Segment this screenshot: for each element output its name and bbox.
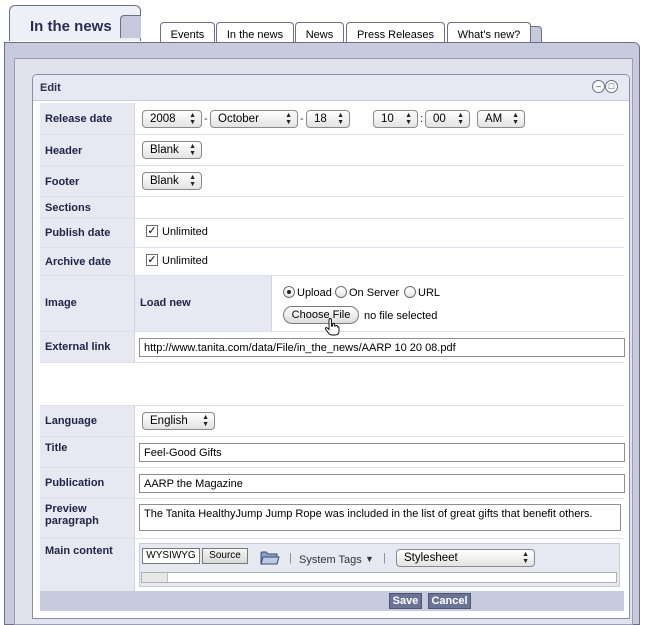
row-sections: Sections xyxy=(40,197,624,219)
row-publish-date: Publish date xyxy=(40,219,624,248)
folder-icon[interactable] xyxy=(260,549,280,566)
publication-input[interactable]: AARP the Magazine xyxy=(139,474,625,493)
hour-select[interactable]: 10 ▲ ▼ xyxy=(373,110,418,128)
wysiwyg-mode-button[interactable]: WYSIWYG xyxy=(142,548,200,564)
tab-bar: In the news Events In the news News Pres… xyxy=(0,0,647,46)
year-select[interactable]: 2008 ▲ ▼ xyxy=(142,110,202,128)
label-publish-date: Publish date xyxy=(40,219,135,247)
tab-news[interactable]: News xyxy=(295,22,344,44)
label-load-new: Load new xyxy=(140,297,191,309)
publish-unlimited-label: Unlimited xyxy=(162,226,208,238)
label-preview-paragraph: Preview paragraph xyxy=(40,499,135,538)
label-title: Title xyxy=(40,437,135,467)
row-spacer xyxy=(40,363,624,406)
chevron-down-icon: ▼ xyxy=(365,554,374,564)
image-sublabel-cell: Load new xyxy=(135,276,272,331)
system-tags-dropdown[interactable]: System Tags xyxy=(299,554,362,566)
footer-select[interactable]: Blank ▲ ▼ xyxy=(142,172,202,190)
active-tab-label: In the news xyxy=(30,18,112,35)
panel-header: Edit – □ xyxy=(33,75,629,101)
label-archive-date: Archive date xyxy=(40,248,135,275)
header-select[interactable]: Blank ▲ ▼ xyxy=(142,141,202,159)
row-language: Language xyxy=(40,406,624,437)
date-separator: - xyxy=(204,113,208,125)
row-footer: Footer xyxy=(40,166,624,197)
label-publication: Publication xyxy=(40,468,135,498)
radio-on-server-label: On Server xyxy=(349,287,400,299)
language-select[interactable]: English ▲ ▼ xyxy=(142,412,215,430)
day-select[interactable]: 18 ▲ ▼ xyxy=(306,110,350,128)
time-separator: : xyxy=(420,113,424,125)
file-status-text: no file selected xyxy=(364,310,438,322)
label-footer: Footer xyxy=(40,166,135,196)
radio-upload-label: Upload xyxy=(297,287,332,299)
title-input[interactable]: Feel-Good Gifts xyxy=(139,443,625,462)
label-header: Header xyxy=(40,135,135,165)
tab-whats-new[interactable]: What's new? xyxy=(447,22,531,44)
label-external-link: External link xyxy=(40,332,135,362)
archive-unlimited-label: Unlimited xyxy=(162,255,208,267)
preview-paragraph-textarea[interactable]: The Tanita HealthyJump Jump Rope was inc… xyxy=(139,504,621,531)
save-button[interactable]: Save xyxy=(389,593,422,609)
toolbar-divider: | xyxy=(383,552,386,564)
archive-unlimited-checkbox[interactable]: ✓ xyxy=(146,254,158,266)
label-language: Language xyxy=(40,406,135,436)
radio-upload[interactable] xyxy=(283,286,295,298)
label-image: Image xyxy=(40,276,135,331)
stylesheet-select[interactable]: Stylesheet ▲ ▼ xyxy=(396,549,535,567)
radio-on-server[interactable] xyxy=(335,286,347,298)
source-mode-button[interactable]: Source xyxy=(202,548,248,564)
window-restore-icon[interactable]: □ xyxy=(605,80,618,93)
minus-circle-icon[interactable]: – xyxy=(592,80,605,93)
tab-in-the-news[interactable]: In the news xyxy=(216,22,294,44)
tab-press-releases[interactable]: Press Releases xyxy=(346,22,445,44)
panel-title: Edit xyxy=(40,82,61,94)
radio-url[interactable] xyxy=(404,286,416,298)
editor-scroll-thumb[interactable] xyxy=(142,573,168,582)
date-separator: - xyxy=(300,113,304,125)
label-sections: Sections xyxy=(40,197,135,218)
label-main-content: Main content xyxy=(40,539,135,591)
cancel-button[interactable]: Cancel xyxy=(428,593,471,609)
action-bar xyxy=(40,591,624,611)
tab-fold-decoration xyxy=(120,15,141,38)
choose-file-button[interactable]: Choose File xyxy=(283,306,359,324)
row-archive-date: Archive date xyxy=(40,248,624,276)
publish-unlimited-checkbox[interactable]: ✓ xyxy=(146,225,158,237)
external-link-input[interactable]: http://www.tanita.com/data/File/in_the_n… xyxy=(139,338,625,357)
toolbar-divider: | xyxy=(289,552,292,564)
row-header: Header xyxy=(40,135,624,166)
tab-events[interactable]: Events xyxy=(160,22,215,44)
editor-content-area[interactable] xyxy=(141,572,617,583)
ampm-select[interactable]: AM ▲ ▼ xyxy=(477,110,525,128)
minute-select[interactable]: 00 ▲ ▼ xyxy=(425,110,470,128)
label-release-date: Release date xyxy=(40,103,135,134)
month-select[interactable]: October ▲ ▼ xyxy=(210,110,298,128)
radio-url-label: URL xyxy=(418,287,441,299)
